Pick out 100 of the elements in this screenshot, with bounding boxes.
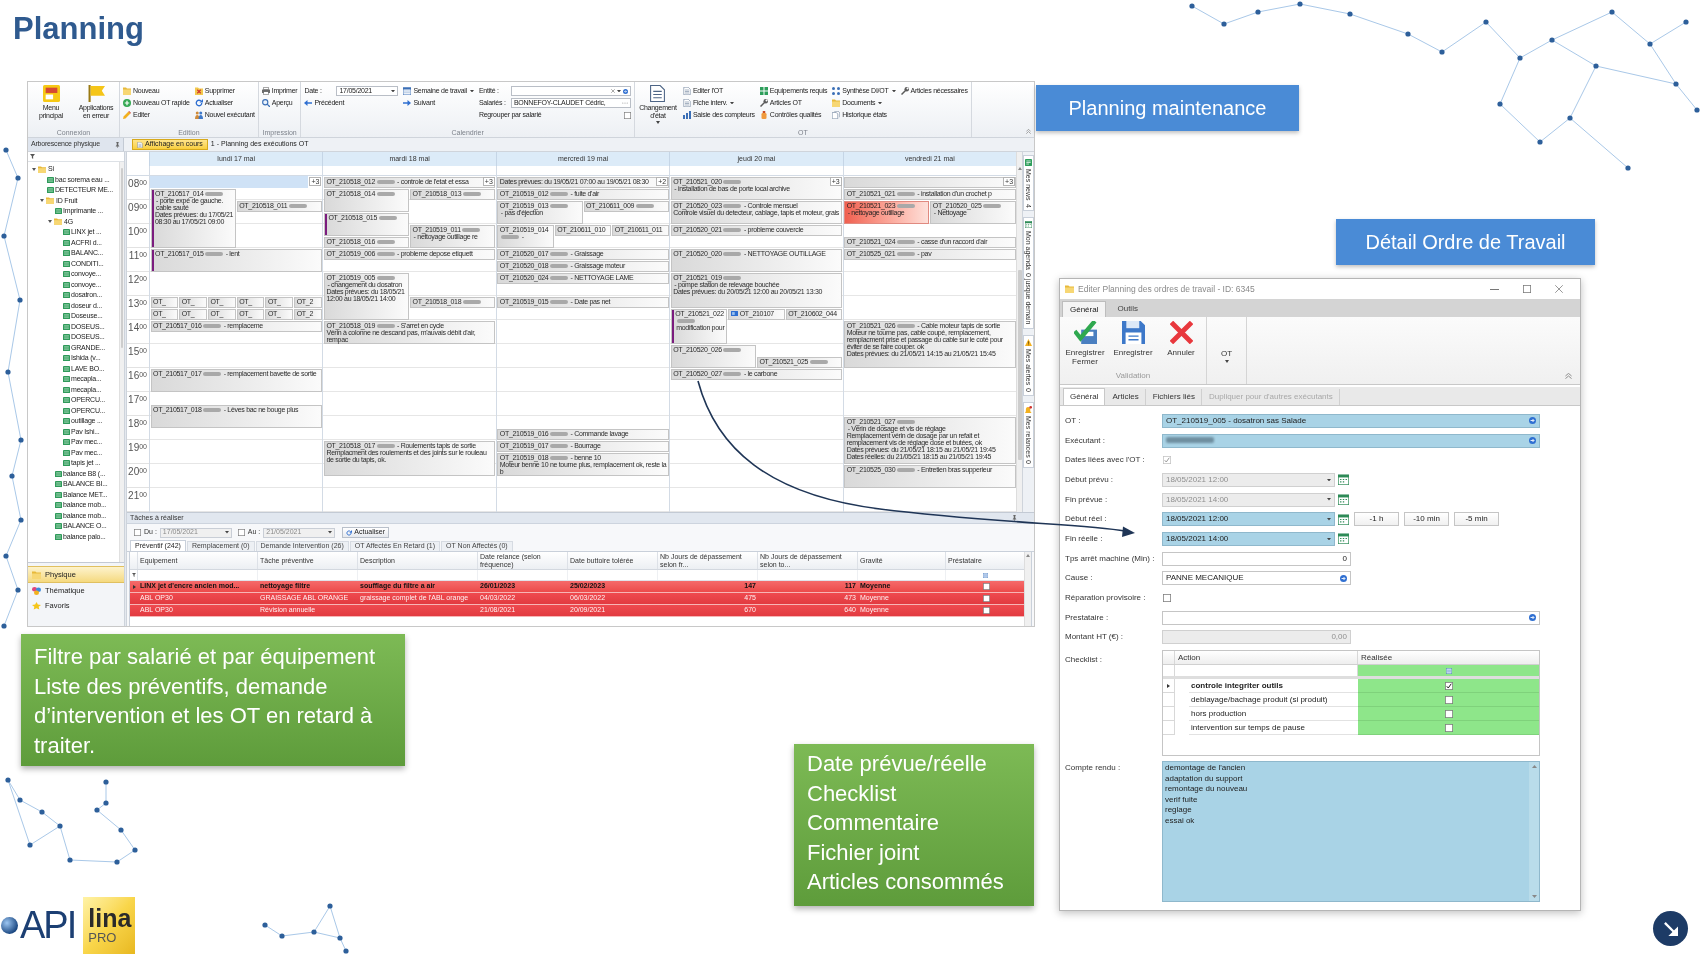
list-icon bbox=[63, 239, 70, 246]
field-label: OT : bbox=[1065, 414, 1082, 427]
checkbox[interactable] bbox=[1444, 709, 1453, 718]
chevron-down-icon[interactable] bbox=[48, 220, 52, 224]
dropdown-field[interactable] bbox=[510, 86, 631, 96]
event-card[interactable] bbox=[844, 320, 1016, 368]
checkbox[interactable] bbox=[982, 595, 990, 602]
text-area[interactable]: demontage de l'ancien adaptation du support remontage du nouveau verif fuite reglage essai ok bbox=[1162, 761, 1540, 903]
globe-icon bbox=[1, 916, 18, 934]
document-icon bbox=[682, 87, 691, 95]
checkbox[interactable] bbox=[134, 529, 141, 536]
checkbox[interactable] bbox=[982, 583, 990, 590]
hour-label: 09 bbox=[128, 203, 140, 213]
list-icon bbox=[63, 439, 70, 446]
list-icon bbox=[63, 344, 70, 351]
list-icon bbox=[63, 323, 70, 330]
caret-icon bbox=[1224, 360, 1229, 363]
table-cell: controle integriter outils bbox=[1189, 679, 1358, 694]
time-button[interactable]: -5 min bbox=[1454, 512, 1499, 527]
date-field[interactable]: 18/05/2021 14:00 bbox=[1162, 531, 1335, 546]
checkbox[interactable] bbox=[1444, 681, 1453, 690]
maximize-icon[interactable] bbox=[1523, 285, 1531, 293]
scroll-down-icon[interactable] bbox=[1531, 895, 1537, 899]
row-pointer-icon bbox=[132, 584, 136, 589]
arrow-button[interactable] bbox=[1653, 911, 1688, 946]
group-label: Validation bbox=[1114, 371, 1152, 382]
menu-button[interactable]: OT bbox=[1221, 349, 1233, 363]
checkbox[interactable] bbox=[237, 529, 245, 536]
note-text: Date prévue/réelle bbox=[807, 750, 988, 778]
field-label: Cause : bbox=[1065, 572, 1094, 585]
tab[interactable]: Général bbox=[1063, 388, 1106, 405]
lookup-field[interactable]: PANNE MECANIQUE bbox=[1162, 571, 1351, 586]
list-icon bbox=[55, 502, 62, 509]
ribbon-tab[interactable]: Général bbox=[1062, 301, 1107, 317]
caret-icon bbox=[1327, 478, 1331, 482]
chevron-down-icon[interactable] bbox=[32, 167, 36, 171]
field-label: Compte rendu : bbox=[1065, 762, 1122, 775]
clear-icon[interactable] bbox=[610, 89, 615, 93]
folder-icon bbox=[54, 218, 62, 226]
calendar-icon bbox=[1025, 221, 1032, 229]
hour-label: 13 bbox=[128, 299, 140, 309]
warning-icon bbox=[1025, 338, 1032, 346]
wrench-icon bbox=[900, 87, 909, 95]
list-icon bbox=[55, 533, 62, 540]
calendar-icon[interactable] bbox=[1338, 474, 1349, 486]
checkbox[interactable] bbox=[1163, 594, 1171, 603]
row-pointer-icon bbox=[1167, 683, 1170, 688]
number-field[interactable]: 0 bbox=[1162, 551, 1351, 566]
circle-arrow-icon[interactable] bbox=[1529, 417, 1536, 425]
double-chevron-icon[interactable] bbox=[1565, 373, 1572, 379]
scrollbar-thumb[interactable] bbox=[1017, 270, 1022, 460]
table-cell: intervention sur temps de pause bbox=[1189, 721, 1358, 736]
circle-arrow-icon[interactable] bbox=[622, 88, 628, 94]
logo-text: API bbox=[20, 908, 76, 942]
event-card[interactable] bbox=[844, 416, 1016, 464]
checkbox[interactable] bbox=[1444, 695, 1453, 704]
scroll-up-icon[interactable] bbox=[1531, 765, 1537, 769]
time-button[interactable]: -1 h bbox=[1354, 512, 1399, 527]
checkbox[interactable] bbox=[623, 111, 631, 119]
calendar-icon[interactable] bbox=[1338, 494, 1349, 506]
list-icon bbox=[55, 208, 62, 215]
card-icon bbox=[730, 311, 738, 317]
tab[interactable]: Fichiers liés bbox=[1146, 389, 1202, 405]
logo-text: lina bbox=[88, 906, 132, 931]
lookup-field[interactable]: OT_210519_005 - dosatron sas Salade bbox=[1162, 413, 1540, 428]
ribbon-tab[interactable]: Outils bbox=[1108, 301, 1147, 317]
circle-arrow-icon[interactable] bbox=[1340, 574, 1347, 582]
list-icon bbox=[63, 386, 70, 393]
date-field[interactable]: 18/05/2021 12:00 bbox=[1162, 512, 1335, 527]
lookup-field[interactable] bbox=[1162, 610, 1540, 625]
calendar-icon[interactable] bbox=[1338, 533, 1349, 545]
people-icon bbox=[194, 111, 203, 119]
time-button[interactable]: -10 min bbox=[1404, 512, 1449, 527]
field-label: Début réel : bbox=[1065, 513, 1108, 526]
folder-x-icon bbox=[194, 87, 203, 95]
toolbar-button[interactable]: Annuler bbox=[1159, 321, 1203, 371]
close-icon[interactable] bbox=[1555, 285, 1563, 293]
circle-arrow-icon[interactable] bbox=[1529, 437, 1536, 445]
checkbox[interactable] bbox=[1444, 723, 1453, 732]
circle-arrow-icon[interactable] bbox=[1529, 614, 1536, 622]
list-icon bbox=[55, 491, 62, 498]
chevron-down-icon[interactable] bbox=[40, 199, 44, 203]
toolbar-button[interactable]: Enregistrer Fermer bbox=[1063, 321, 1107, 371]
filter-field[interactable] bbox=[1358, 665, 1539, 677]
tab[interactable]: Articles bbox=[1106, 389, 1146, 405]
flag-icon bbox=[87, 85, 105, 102]
lookup-field[interactable] bbox=[1162, 433, 1540, 448]
pin-icon[interactable] bbox=[1012, 515, 1017, 521]
caret-icon bbox=[1327, 498, 1331, 501]
window-title: Editer Planning des ordres de travail - ID: 6345 bbox=[1078, 282, 1255, 296]
scroll-up-icon[interactable] bbox=[1026, 554, 1030, 557]
pin-icon[interactable] bbox=[115, 141, 120, 148]
hour-label: 12 bbox=[128, 275, 140, 285]
checkbox[interactable] bbox=[982, 607, 990, 614]
double-chevron-icon[interactable] bbox=[1026, 129, 1031, 134]
toolbar-button[interactable]: Enregistrer bbox=[1111, 321, 1155, 371]
scroll-up-icon[interactable] bbox=[1017, 167, 1022, 170]
check-save-icon bbox=[1073, 321, 1097, 344]
calendar-icon[interactable] bbox=[1338, 513, 1349, 525]
minimize-icon[interactable] bbox=[1490, 288, 1499, 290]
